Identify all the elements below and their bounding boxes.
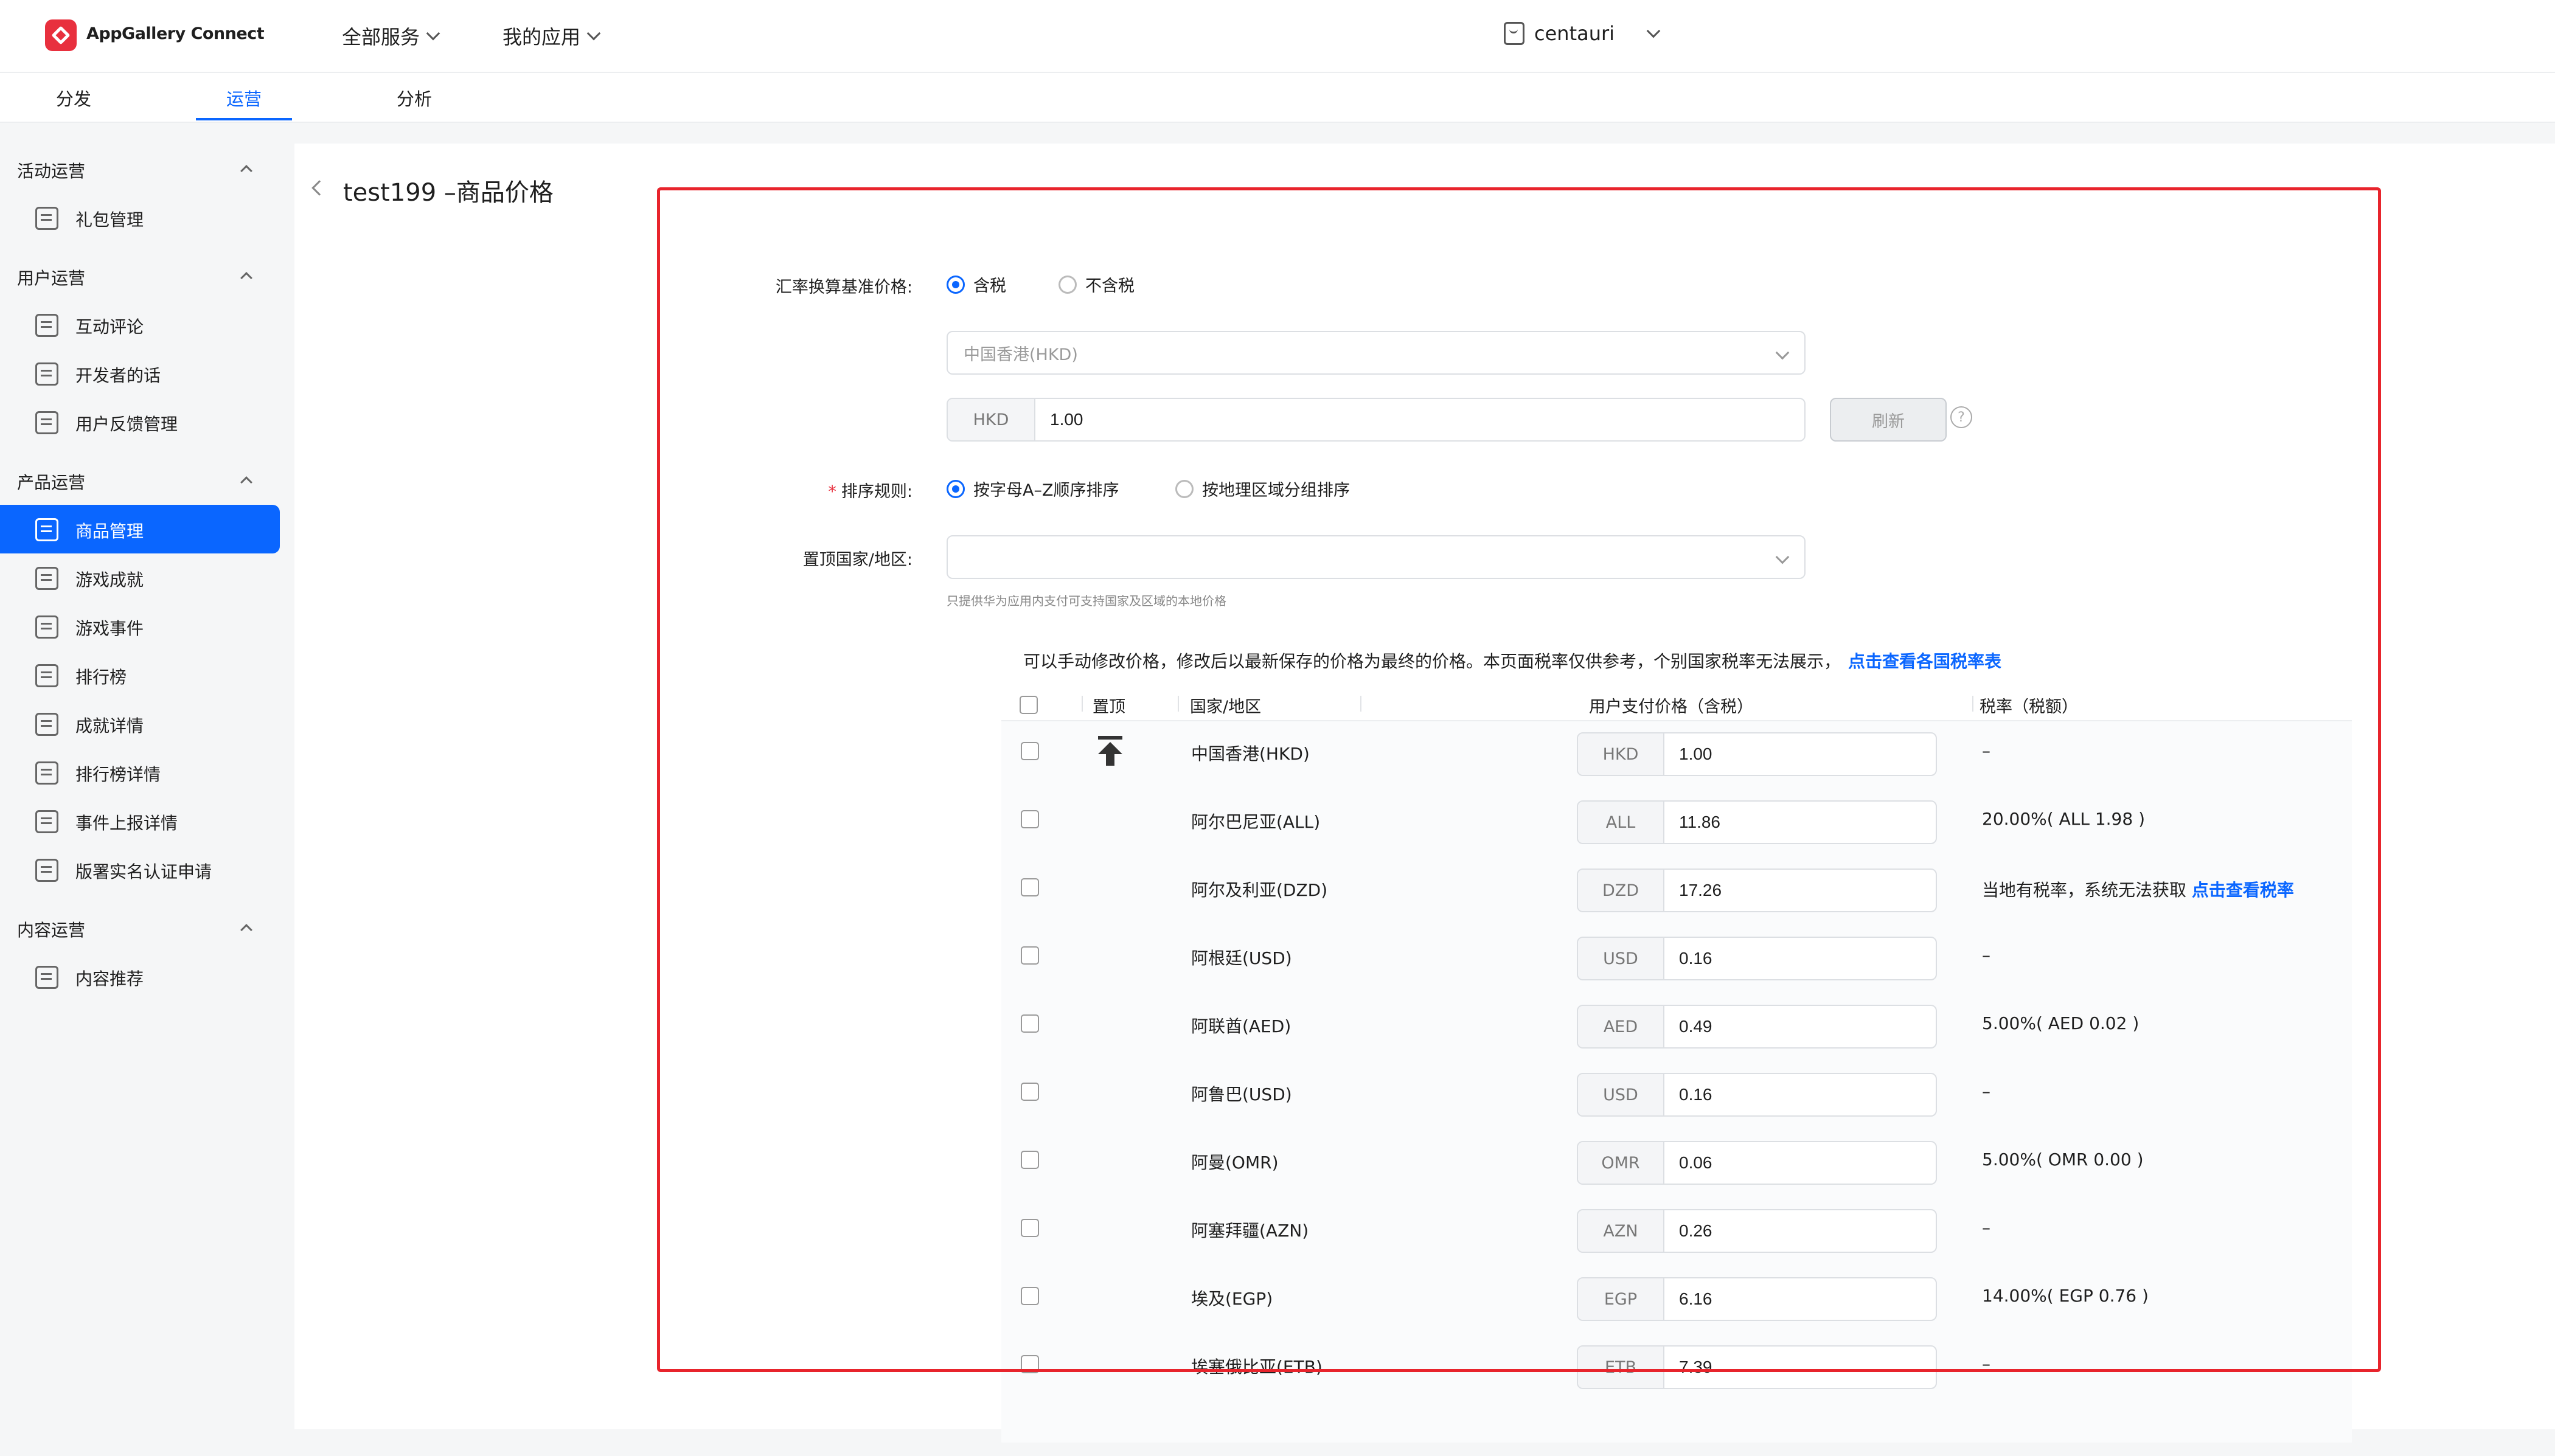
sidebar-item-label: 开发者的话	[75, 366, 161, 386]
sidebar-item-content-recommend[interactable]: 内容推荐	[0, 952, 280, 1001]
event-icon	[35, 615, 58, 639]
sidebar-item-label: 事件上报详情	[75, 813, 178, 833]
document-icon	[35, 362, 58, 386]
account-name: centauri	[1534, 22, 1615, 45]
sidebar-item-label: 内容推荐	[75, 969, 144, 989]
appgallery-logo-icon[interactable]	[45, 19, 77, 51]
sidebar-item-label: 游戏成就	[75, 570, 144, 590]
recommend-icon	[35, 966, 58, 989]
sidebar-item-label: 礼包管理	[75, 210, 144, 230]
sidebar-item-event-report[interactable]: 事件上报详情	[0, 797, 280, 845]
sidebar-group-content[interactable]: 内容运营	[17, 917, 85, 941]
account-menu[interactable]: centauri	[1504, 22, 1661, 45]
all-services-menu[interactable]: 全部服务	[342, 22, 440, 50]
chevron-down-icon	[426, 26, 440, 41]
sidebar-item-label: 成就详情	[75, 716, 144, 736]
sidebar-item-label: 版署实名认证申请	[75, 862, 212, 882]
section-tabs	[0, 73, 2555, 123]
chevron-down-icon	[586, 26, 601, 41]
id-card-icon	[35, 859, 58, 882]
chevron-down-icon	[1646, 24, 1661, 38]
my-apps-label: 我的应用	[502, 26, 581, 49]
sidebar-item-events[interactable]: 游戏事件	[0, 602, 280, 651]
achievement-icon	[35, 567, 58, 590]
sidebar-item-gift-pack[interactable]: 礼包管理	[0, 193, 280, 242]
tab-operate[interactable]: 运营	[226, 85, 262, 111]
sidebar-item-label: 商品管理	[75, 521, 144, 541]
sidebar-item-leaderboard-details[interactable]: 排行榜详情	[0, 748, 280, 797]
highlight-annotation	[657, 187, 2381, 1372]
sidebar-item-feedback[interactable]: 用户反馈管理	[0, 398, 280, 446]
sidebar-item-reviews[interactable]: 互动评论	[0, 300, 280, 349]
sidebar-group-user[interactable]: 用户运营	[17, 265, 85, 289]
leaderboard-icon	[35, 664, 58, 687]
tab-distribute[interactable]: 分发	[56, 85, 91, 111]
tab-analyze[interactable]: 分析	[397, 85, 432, 111]
sidebar-item-leaderboard[interactable]: 排行榜	[0, 651, 280, 699]
sidebar-item-products[interactable]: 商品管理	[0, 505, 280, 553]
sidebar-group-product[interactable]: 产品运营	[17, 470, 85, 494]
sidebar-item-label: 互动评论	[75, 317, 144, 337]
sidebar-item-developer-words[interactable]: 开发者的话	[0, 349, 280, 398]
achievement-detail-icon	[35, 713, 58, 736]
sidebar-item-label: 排行榜	[75, 667, 127, 687]
sidebar-item-achievement-details[interactable]: 成就详情	[0, 699, 280, 748]
sidebar-item-label: 用户反馈管理	[75, 414, 178, 434]
sidebar-item-label: 排行榜详情	[75, 764, 161, 785]
active-tab-indicator	[196, 118, 292, 120]
account-bag-icon	[1504, 22, 1524, 45]
gift-icon	[35, 207, 58, 230]
sidebar-item-label: 游戏事件	[75, 619, 144, 639]
brand-name[interactable]: AppGallery Connect	[86, 24, 265, 43]
sidebar-item-realname-auth[interactable]: 版署实名认证申请	[0, 845, 280, 894]
chart-icon	[35, 761, 58, 785]
edit-icon	[35, 411, 58, 434]
sidebar-group-activity[interactable]: 活动运营	[17, 158, 85, 182]
report-icon	[35, 810, 58, 833]
comment-icon	[35, 314, 58, 337]
sidebar-item-achievements[interactable]: 游戏成就	[0, 553, 280, 602]
page-title: test199 –商品价格	[343, 179, 554, 207]
my-apps-menu[interactable]: 我的应用	[502, 22, 601, 50]
shopping-bag-icon	[35, 518, 58, 541]
all-services-label: 全部服务	[342, 26, 420, 49]
